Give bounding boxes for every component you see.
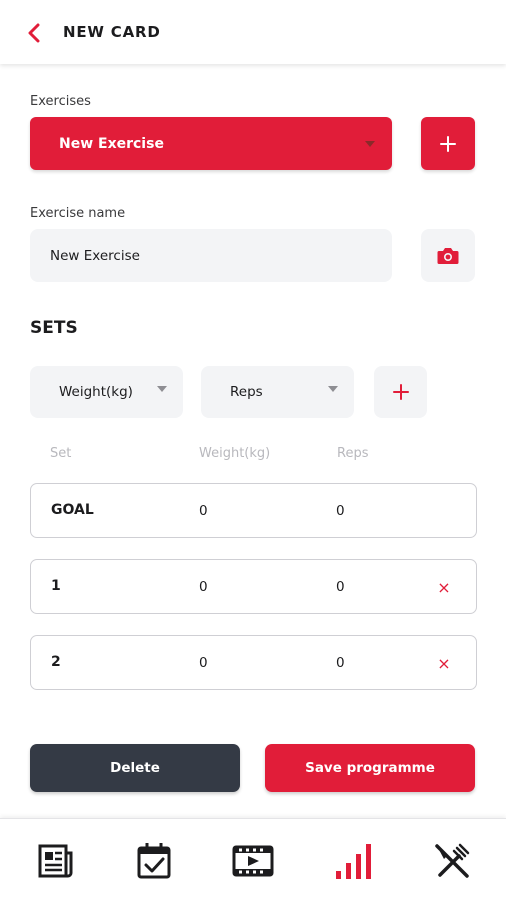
page-title: NEW CARD — [63, 23, 161, 41]
set-label: 1 — [51, 578, 61, 594]
caret-down-icon — [365, 141, 375, 147]
reps-column-select[interactable]: Reps — [201, 366, 354, 418]
calendar-check-icon — [137, 843, 171, 879]
news-icon — [38, 844, 73, 878]
nav-videos[interactable] — [231, 839, 275, 883]
stats-bars-icon — [336, 844, 371, 879]
camera-icon — [437, 247, 459, 264]
back-button[interactable] — [22, 22, 46, 44]
weight-value[interactable]: 0 — [199, 579, 208, 595]
weight-column-select-value: Weight(kg) — [59, 384, 133, 400]
caret-down-icon — [328, 386, 338, 392]
remove-set-button[interactable]: × — [433, 652, 455, 674]
exercises-label: Exercises — [30, 94, 91, 109]
nav-nutrition[interactable] — [430, 839, 474, 883]
add-photo-button[interactable] — [421, 229, 475, 282]
add-column-button[interactable] — [374, 366, 427, 418]
plus-icon — [392, 384, 409, 400]
reps-value[interactable]: 0 — [336, 503, 345, 519]
chevron-left-icon — [28, 23, 40, 43]
reps-value[interactable]: 0 — [336, 579, 345, 595]
set-label: GOAL — [51, 502, 94, 518]
remove-set-button[interactable]: × — [433, 576, 455, 598]
column-header-set: Set — [50, 446, 72, 461]
exercise-name-label: Exercise name — [30, 206, 126, 221]
bottom-navigation — [0, 818, 506, 900]
column-header-reps: Reps — [337, 446, 369, 461]
exercise-select[interactable]: New Exercise — [30, 117, 392, 170]
save-programme-button[interactable]: Save programme — [265, 744, 475, 792]
add-exercise-button[interactable] — [421, 117, 475, 170]
reps-value[interactable]: 0 — [336, 655, 345, 671]
restaurant-icon — [435, 843, 470, 878]
sets-title: SETS — [30, 318, 78, 338]
set-row-2: 2 0 0 × — [30, 635, 477, 690]
weight-value[interactable]: 0 — [199, 503, 208, 519]
set-label: 2 — [51, 654, 61, 670]
column-header-weight: Weight(kg) — [199, 446, 271, 461]
set-row-1: 1 0 0 × — [30, 559, 477, 614]
caret-down-icon — [157, 386, 167, 392]
exercise-select-value: New Exercise — [59, 135, 164, 152]
set-row-goal: GOAL 0 0 — [30, 483, 477, 538]
weight-value[interactable]: 0 — [199, 655, 208, 671]
delete-button[interactable]: Delete — [30, 744, 240, 792]
nav-calendar[interactable] — [132, 839, 176, 883]
video-icon — [232, 845, 274, 877]
plus-icon — [440, 135, 456, 152]
app-header: NEW CARD — [0, 0, 506, 64]
weight-column-select[interactable]: Weight(kg) — [30, 366, 183, 418]
nav-news[interactable] — [34, 839, 78, 883]
nav-stats[interactable] — [331, 839, 375, 883]
reps-column-select-value: Reps — [230, 384, 263, 400]
exercise-name-input[interactable]: New Exercise — [30, 229, 392, 282]
